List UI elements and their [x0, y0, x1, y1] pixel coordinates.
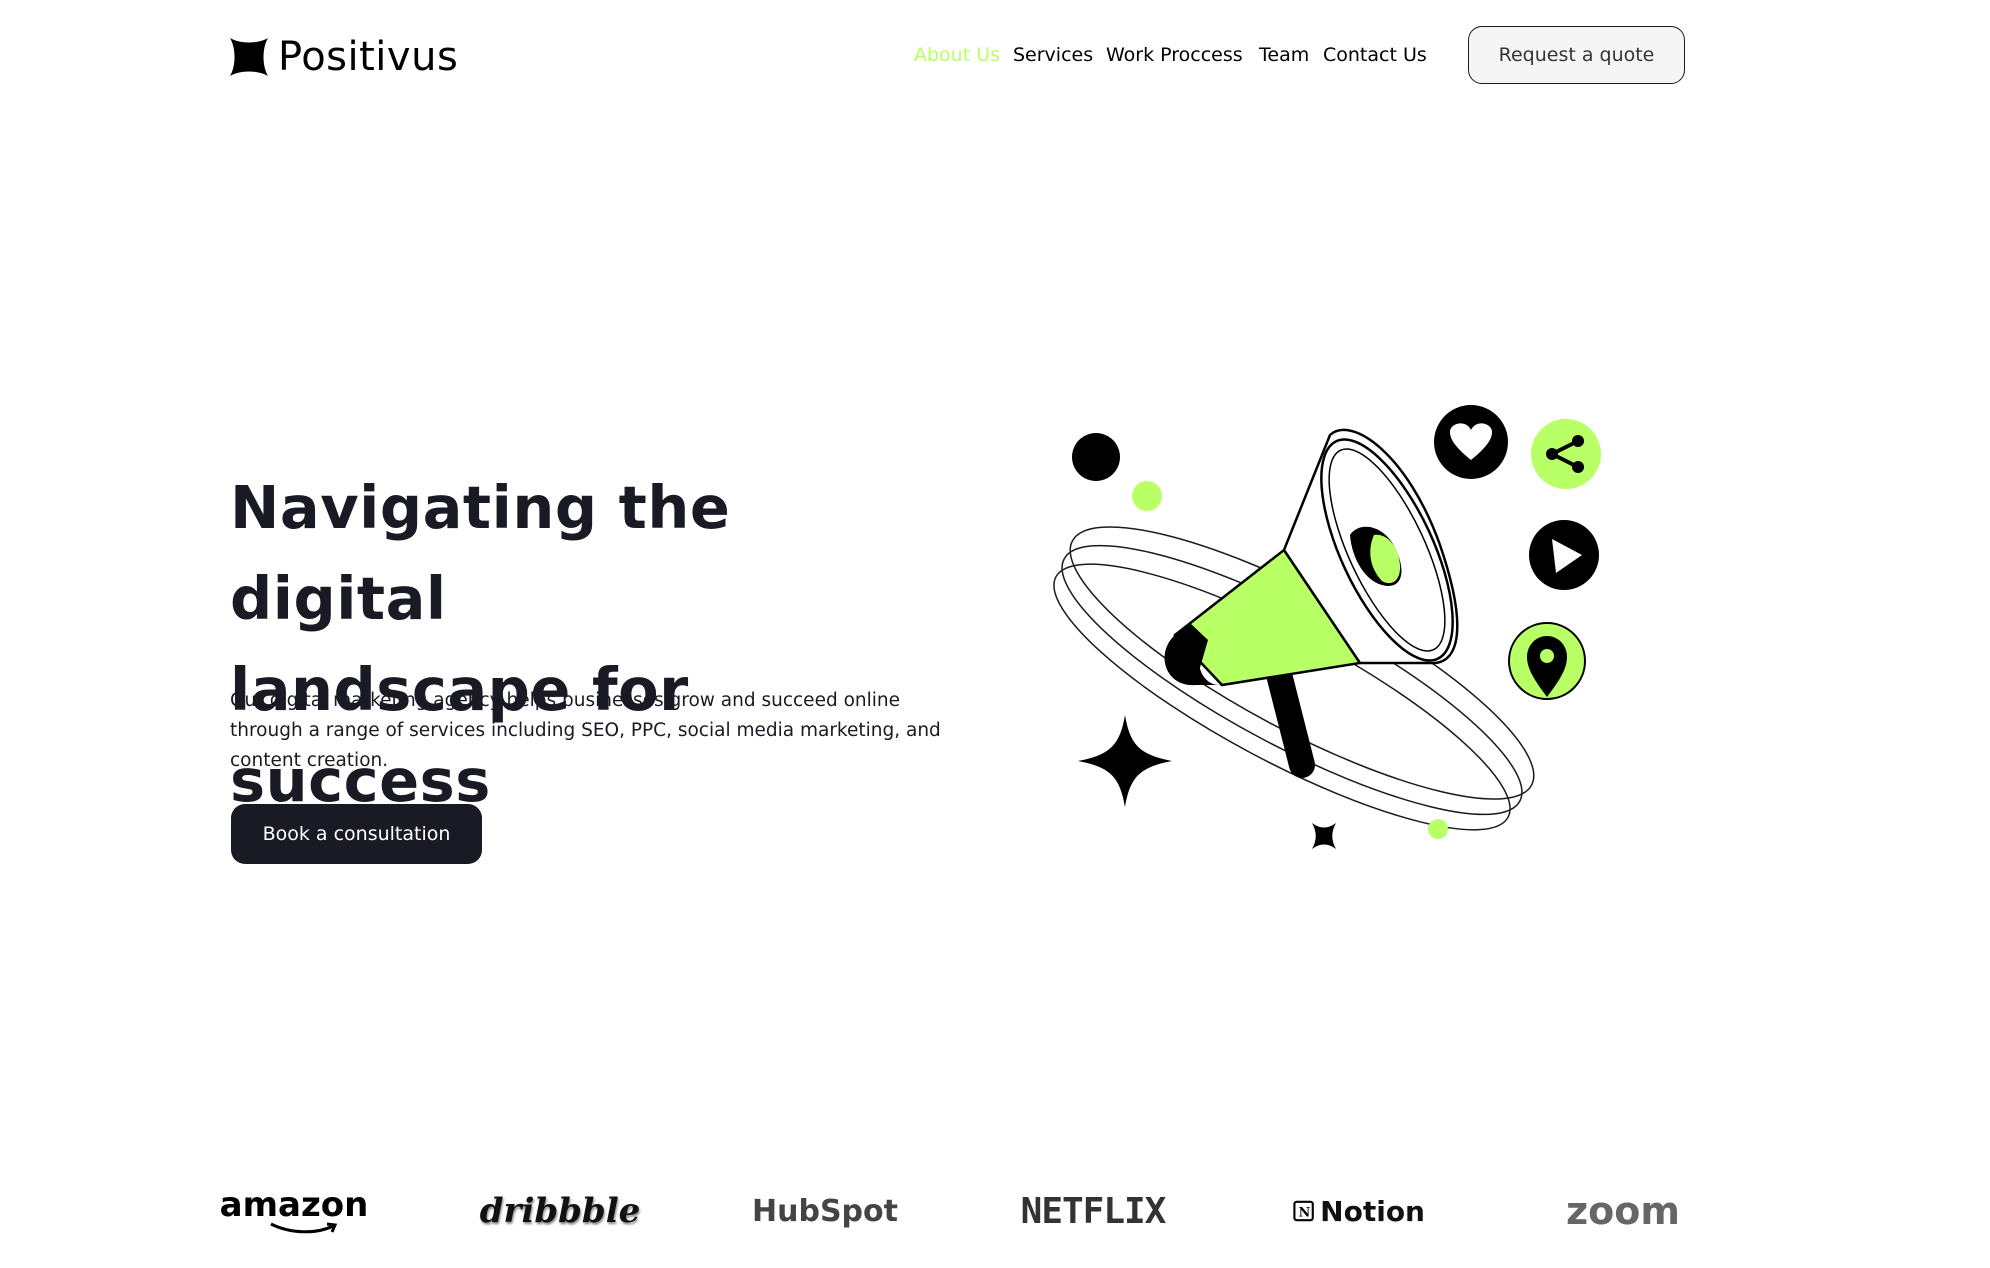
positivus-star-icon	[230, 38, 268, 76]
svg-text:N: N	[1299, 1205, 1311, 1220]
zoom-logo: zoom	[1558, 1186, 1688, 1236]
green-dot-small	[1428, 819, 1448, 839]
zoom-logo-text: zoom	[1566, 1189, 1680, 1233]
play-icon	[1529, 520, 1599, 590]
hubspot-logo: HubSpot	[752, 1186, 898, 1236]
netflix-logo-text: NETFLIX	[1020, 1190, 1167, 1232]
hubspot-logo-text: HubSpot	[752, 1193, 898, 1229]
nav-contact-us[interactable]: Contact Us	[1323, 44, 1427, 66]
notion-logo: N Notion	[1293, 1186, 1425, 1236]
brand-logo[interactable]: Positivus	[230, 34, 458, 80]
amazon-logo: amazon	[220, 1186, 368, 1236]
nav-work-process[interactable]: Work Proccess	[1106, 44, 1243, 66]
amazon-smile-icon	[270, 1222, 338, 1234]
dribbble-logo-text: dribbble	[479, 1191, 641, 1231]
book-consultation-button[interactable]: Book a consultation	[231, 804, 482, 864]
hero-title-line-1: Navigating the digital	[230, 473, 731, 633]
black-dot	[1072, 433, 1120, 481]
brand-name: Positivus	[278, 34, 459, 80]
heart-icon	[1434, 405, 1508, 479]
small-star-icon	[1312, 823, 1336, 849]
hero-description: Our digital marketing agency helps busin…	[230, 690, 941, 771]
request-quote-button[interactable]: Request a quote	[1468, 26, 1685, 84]
nav-services[interactable]: Services	[1013, 44, 1093, 66]
megaphone-illustration	[1053, 405, 1601, 849]
nav-team[interactable]: Team	[1259, 44, 1309, 66]
location-pin-icon	[1508, 622, 1586, 700]
notion-logo-text: Notion	[1320, 1194, 1425, 1228]
green-dot	[1132, 481, 1162, 511]
notion-icon: N	[1293, 1200, 1314, 1222]
netflix-logo: NETFLIX	[1021, 1186, 1167, 1236]
sparkle-star-icon	[1078, 715, 1172, 807]
amazon-logo-text: amazon	[219, 1185, 369, 1225]
dribbble-logo: dribbble	[480, 1186, 640, 1236]
nav-about-us[interactable]: About Us	[914, 44, 1000, 66]
share-icon	[1531, 419, 1601, 489]
